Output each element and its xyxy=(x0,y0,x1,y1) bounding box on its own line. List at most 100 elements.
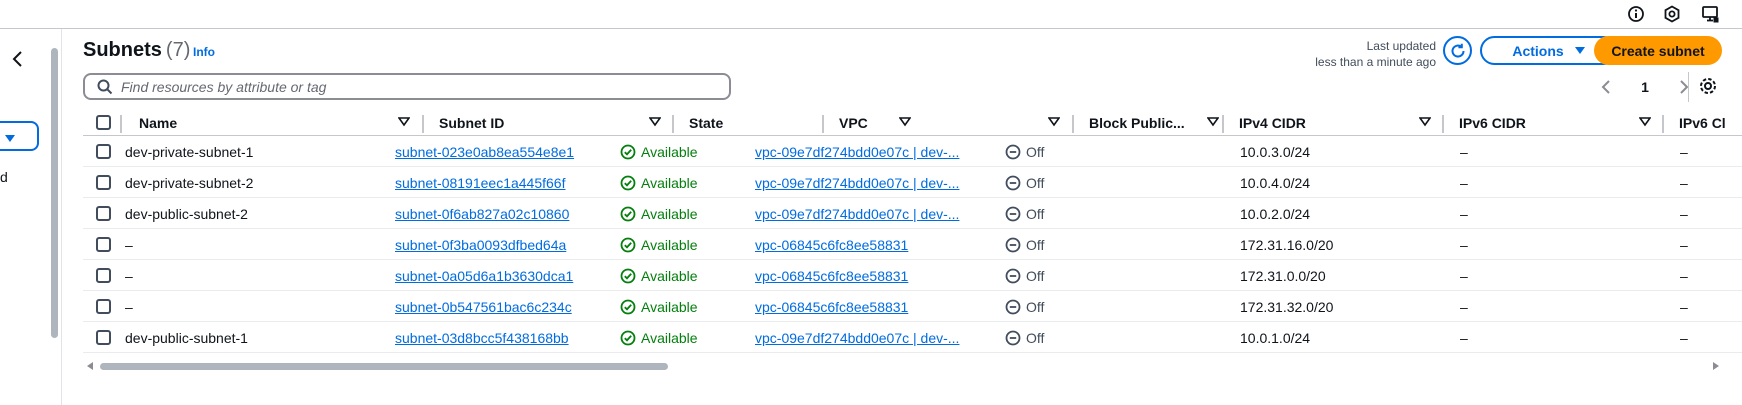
table-row[interactable]: dev-public-subnet-2 subnet-0f6ab827a02c10… xyxy=(83,198,1742,229)
row-checkbox[interactable] xyxy=(96,144,111,159)
scroll-left-icon[interactable] xyxy=(86,361,94,371)
state-text: Available xyxy=(641,236,698,253)
state-text: Available xyxy=(641,143,698,160)
check-circle-icon xyxy=(620,299,636,315)
cell-ipv4-cidr: 172.31.16.0/20 xyxy=(1240,236,1334,253)
table-row[interactable]: dev-private-subnet-2 subnet-08191eec1a445… xyxy=(83,167,1742,198)
refresh-icon xyxy=(1451,43,1465,58)
cell-ipv4-cidr: 172.31.0.0/20 xyxy=(1240,267,1326,284)
cell-subnet-id-link[interactable]: subnet-03d8bcc5f438168bb xyxy=(395,322,645,353)
page-number[interactable]: 1 xyxy=(1641,79,1649,95)
info-link[interactable]: Info xyxy=(193,45,215,59)
cell-name: – xyxy=(125,236,133,253)
block-public-text: Off xyxy=(1026,174,1045,191)
column-header-label: IPv4 CIDR xyxy=(1239,115,1306,131)
column-header-vpc[interactable]: VPC xyxy=(839,111,1072,135)
minus-circle-icon xyxy=(1005,268,1021,284)
table-row[interactable]: – subnet-0b547561bac6c234c Available vpc-06… xyxy=(83,291,1742,322)
sort-caret-icon xyxy=(1048,117,1060,127)
cell-subnet-id-link[interactable]: subnet-08191eec1a445f66f xyxy=(395,167,645,198)
column-divider[interactable] xyxy=(1442,115,1444,133)
last-updated-label: Last updated xyxy=(1366,39,1436,53)
check-circle-icon xyxy=(620,206,636,222)
cell-vpc-link[interactable]: vpc-09e7df274bdd0e07c | dev-... xyxy=(755,322,980,353)
block-public-text: Off xyxy=(1026,143,1045,160)
cell-name: – xyxy=(125,298,133,315)
item-count: (7) xyxy=(165,39,191,61)
column-header-name[interactable]: Name xyxy=(139,111,422,135)
cell-vpc-link[interactable]: vpc-06845c6fc8ee58831 xyxy=(755,260,980,291)
notifications-icon[interactable] xyxy=(1697,1,1723,27)
column-header-ipv4-cidr[interactable]: IPv4 CIDR xyxy=(1239,111,1443,135)
column-divider[interactable] xyxy=(822,115,824,133)
minus-circle-icon xyxy=(1005,330,1021,346)
cell-vpc-link[interactable]: vpc-09e7df274bdd0e07c | dev-... xyxy=(755,136,980,167)
scroll-right-icon[interactable] xyxy=(1712,361,1720,371)
search-input[interactable] xyxy=(121,78,681,95)
table-row[interactable]: dev-private-subnet-1 subnet-023e0ab8ea554… xyxy=(83,136,1742,167)
info-icon[interactable] xyxy=(1623,1,1649,27)
cell-vpc-link[interactable]: vpc-06845c6fc8ee58831 xyxy=(755,229,980,260)
minus-circle-icon xyxy=(1005,299,1021,315)
cell-subnet-id-link[interactable]: subnet-0a05d6a1b3630dca1 xyxy=(395,260,645,291)
row-checkbox[interactable] xyxy=(96,237,111,252)
cell-ipv6-cidr: – xyxy=(1460,236,1468,253)
cell-ipv6-cidr-2: – xyxy=(1680,267,1688,284)
cell-ipv4-cidr: 10.0.3.0/24 xyxy=(1240,143,1311,160)
column-header-ipv6-cidr[interactable]: IPv6 CIDR xyxy=(1459,111,1663,135)
cell-name: dev-public-subnet-2 xyxy=(125,205,248,222)
cell-vpc-link[interactable]: vpc-09e7df274bdd0e07c | dev-... xyxy=(755,167,980,198)
chevron-left-icon[interactable] xyxy=(1600,80,1612,94)
cell-ipv6-cidr-2: – xyxy=(1680,174,1688,191)
column-divider[interactable] xyxy=(1662,115,1664,133)
row-checkbox[interactable] xyxy=(96,330,111,345)
cell-vpc-link[interactable]: vpc-09e7df274bdd0e07c | dev-... xyxy=(755,198,980,229)
cell-subnet-id-link[interactable]: subnet-023e0ab8ea554e8e1 xyxy=(395,136,645,167)
settings-gear-icon[interactable] xyxy=(1698,76,1720,98)
row-checkbox[interactable] xyxy=(96,175,111,190)
column-header-label: State xyxy=(689,115,724,131)
table-row[interactable]: – subnet-0f3ba0093dfbed64a Available vpc-06… xyxy=(83,229,1742,260)
title-text: Subnets xyxy=(83,39,162,61)
vertical-scrollbar[interactable] xyxy=(51,48,58,338)
row-checkbox[interactable] xyxy=(96,206,111,221)
row-checkbox[interactable] xyxy=(96,268,111,283)
search-field[interactable] xyxy=(83,73,731,100)
column-divider[interactable] xyxy=(672,115,674,133)
sort-caret-icon xyxy=(1639,117,1651,127)
collapse-nav-icon[interactable] xyxy=(8,49,28,69)
column-header-ipv6-cidr-2[interactable]: IPv6 Cl xyxy=(1679,111,1742,135)
cell-ipv6-cidr: – xyxy=(1460,267,1468,284)
table-row[interactable]: – subnet-0a05d6a1b3630dca1 Available vpc-06… xyxy=(83,260,1742,291)
cell-subnet-id-link[interactable]: subnet-0f6ab827a02c10860 xyxy=(395,198,645,229)
cloudshell-icon[interactable] xyxy=(1659,1,1685,27)
search-icon xyxy=(97,79,113,94)
cell-name: – xyxy=(125,267,133,284)
column-divider[interactable] xyxy=(422,115,424,133)
column-divider[interactable] xyxy=(1072,115,1074,133)
horizontal-scrollbar[interactable] xyxy=(86,360,1720,372)
column-header-block-public[interactable]: Block Public... xyxy=(1089,111,1223,135)
cell-ipv6-cidr-2: – xyxy=(1680,236,1688,253)
cell-ipv6-cidr-2: – xyxy=(1680,329,1688,346)
region-select[interactable] xyxy=(0,121,39,151)
divider xyxy=(1688,72,1689,102)
select-all-checkbox[interactable] xyxy=(96,115,111,130)
cell-ipv4-cidr: 10.0.2.0/24 xyxy=(1240,205,1311,222)
cell-block-public: Off xyxy=(1005,229,1125,260)
cell-ipv6-cidr: – xyxy=(1460,329,1468,346)
cell-subnet-id-link[interactable]: subnet-0b547561bac6c234c xyxy=(395,291,645,322)
cell-name: dev-private-subnet-2 xyxy=(125,174,254,191)
sort-caret-icon xyxy=(649,117,661,127)
horizontal-scrollbar-thumb[interactable] xyxy=(100,363,668,370)
column-header-subnet-id[interactable]: Subnet ID xyxy=(439,111,673,135)
column-divider[interactable] xyxy=(1222,115,1224,133)
cell-vpc-link[interactable]: vpc-06845c6fc8ee58831 xyxy=(755,291,980,322)
refresh-button[interactable] xyxy=(1443,36,1472,65)
row-checkbox[interactable] xyxy=(96,299,111,314)
cell-subnet-id-link[interactable]: subnet-0f3ba0093dfbed64a xyxy=(395,229,645,260)
table-row[interactable]: dev-public-subnet-1 subnet-03d8bcc5f43816… xyxy=(83,322,1742,353)
minus-circle-icon xyxy=(1005,206,1021,222)
check-circle-icon xyxy=(620,144,636,160)
create-subnet-button[interactable]: Create subnet xyxy=(1594,36,1722,65)
